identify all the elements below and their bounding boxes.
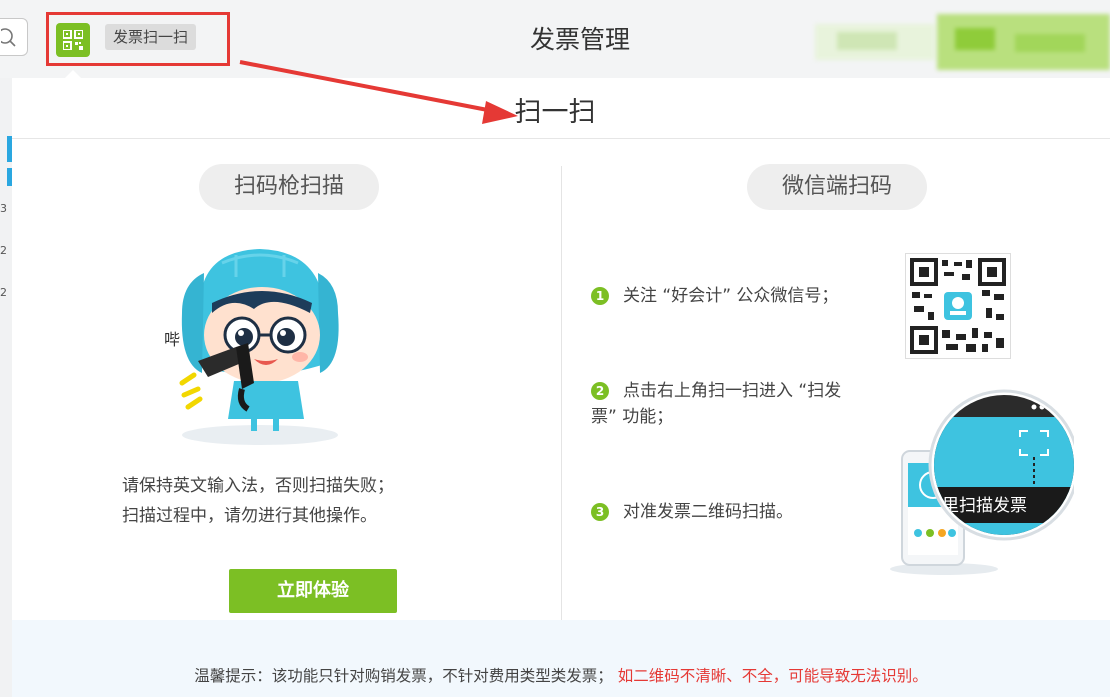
wechat-scan-heading: 微信端扫码 (747, 164, 927, 210)
scan-panel: 扫一扫 扫码枪扫描 哔 请保持英文输入法，否则扫描失败； 扫描过程中，请勿进行其… (12, 78, 1110, 697)
tip-normal-text: 温馨提示：该功能只针对购销发票，不针对费用类型类发票； (194, 667, 613, 685)
scan-shortcut-label[interactable]: 发票扫一扫 (105, 24, 197, 50)
mascot-beep-text: 哔 (164, 330, 180, 349)
step-item: 1 关注 “好会计” 公众微信号； (591, 283, 838, 309)
qr-scan-icon[interactable] (56, 23, 90, 57)
phone-scan-illustration: 里扫描发票 (890, 389, 1074, 575)
sidebar-number: 2 (0, 244, 7, 257)
qr-code-image (905, 253, 1011, 359)
phone-caption: 里扫描发票 (942, 496, 1027, 516)
step-number: 3 (591, 503, 609, 521)
instruction-line: 请保持英文输入法，否则扫描失败； (122, 476, 394, 496)
sidebar-number: 3 (0, 202, 7, 215)
step-number: 2 (591, 382, 609, 400)
column-divider (561, 166, 562, 621)
search-icon (1, 28, 16, 47)
step-text: 点击右上角扫一扫进入 “扫发 (623, 381, 842, 401)
step-text: 对准发票二维码扫描。 (623, 502, 793, 522)
scan-shortcut-highlight[interactable]: 发票扫一扫 (46, 12, 230, 66)
blurred-account-area (815, 14, 1110, 70)
step-item: 3 对准发票二维码扫描。 (591, 499, 793, 525)
left-sidebar-edge: 3 2 2 (0, 78, 12, 697)
tip-warning-text: 如二维码不清晰、不全，可能导致无法识别。 (617, 667, 928, 685)
mascot-illustration: 哔 (164, 249, 339, 445)
top-bar: 发票扫一扫 发票管理 (0, 0, 1110, 78)
scanner-gun-heading: 扫码枪扫描 (199, 164, 379, 210)
instruction-line: 扫描过程中，请勿进行其他操作。 (122, 506, 377, 526)
try-now-button[interactable]: 立即体验 (229, 569, 397, 613)
title-divider (12, 138, 1110, 139)
step-item: 2 点击右上角扫一扫进入 “扫发 票” 功能； (591, 378, 891, 430)
step-text: 票” 功能； (591, 407, 674, 427)
scanner-instructions: 请保持英文输入法，否则扫描失败； 扫描过程中，请勿进行其他操作。 (122, 471, 394, 531)
page-title: 发票管理 (529, 25, 630, 54)
sidebar-number: 2 (0, 286, 7, 299)
popover-notch (64, 70, 82, 79)
panel-title-text: 扫一扫 (514, 97, 596, 128)
search-button[interactable] (0, 18, 28, 56)
tip-text: 温馨提示：该功能只针对购销发票，不针对费用类型类发票； 如二维码不清晰、不全，可… (12, 664, 1110, 686)
step-text: 关注 “好会计” 公众微信号； (623, 286, 839, 306)
panel-title: 扫一扫 (12, 90, 1110, 129)
step-number: 1 (591, 287, 609, 305)
tip-bar: 温馨提示：该功能只针对购销发票，不针对费用类型类发票； 如二维码不清晰、不全，可… (12, 620, 1110, 697)
